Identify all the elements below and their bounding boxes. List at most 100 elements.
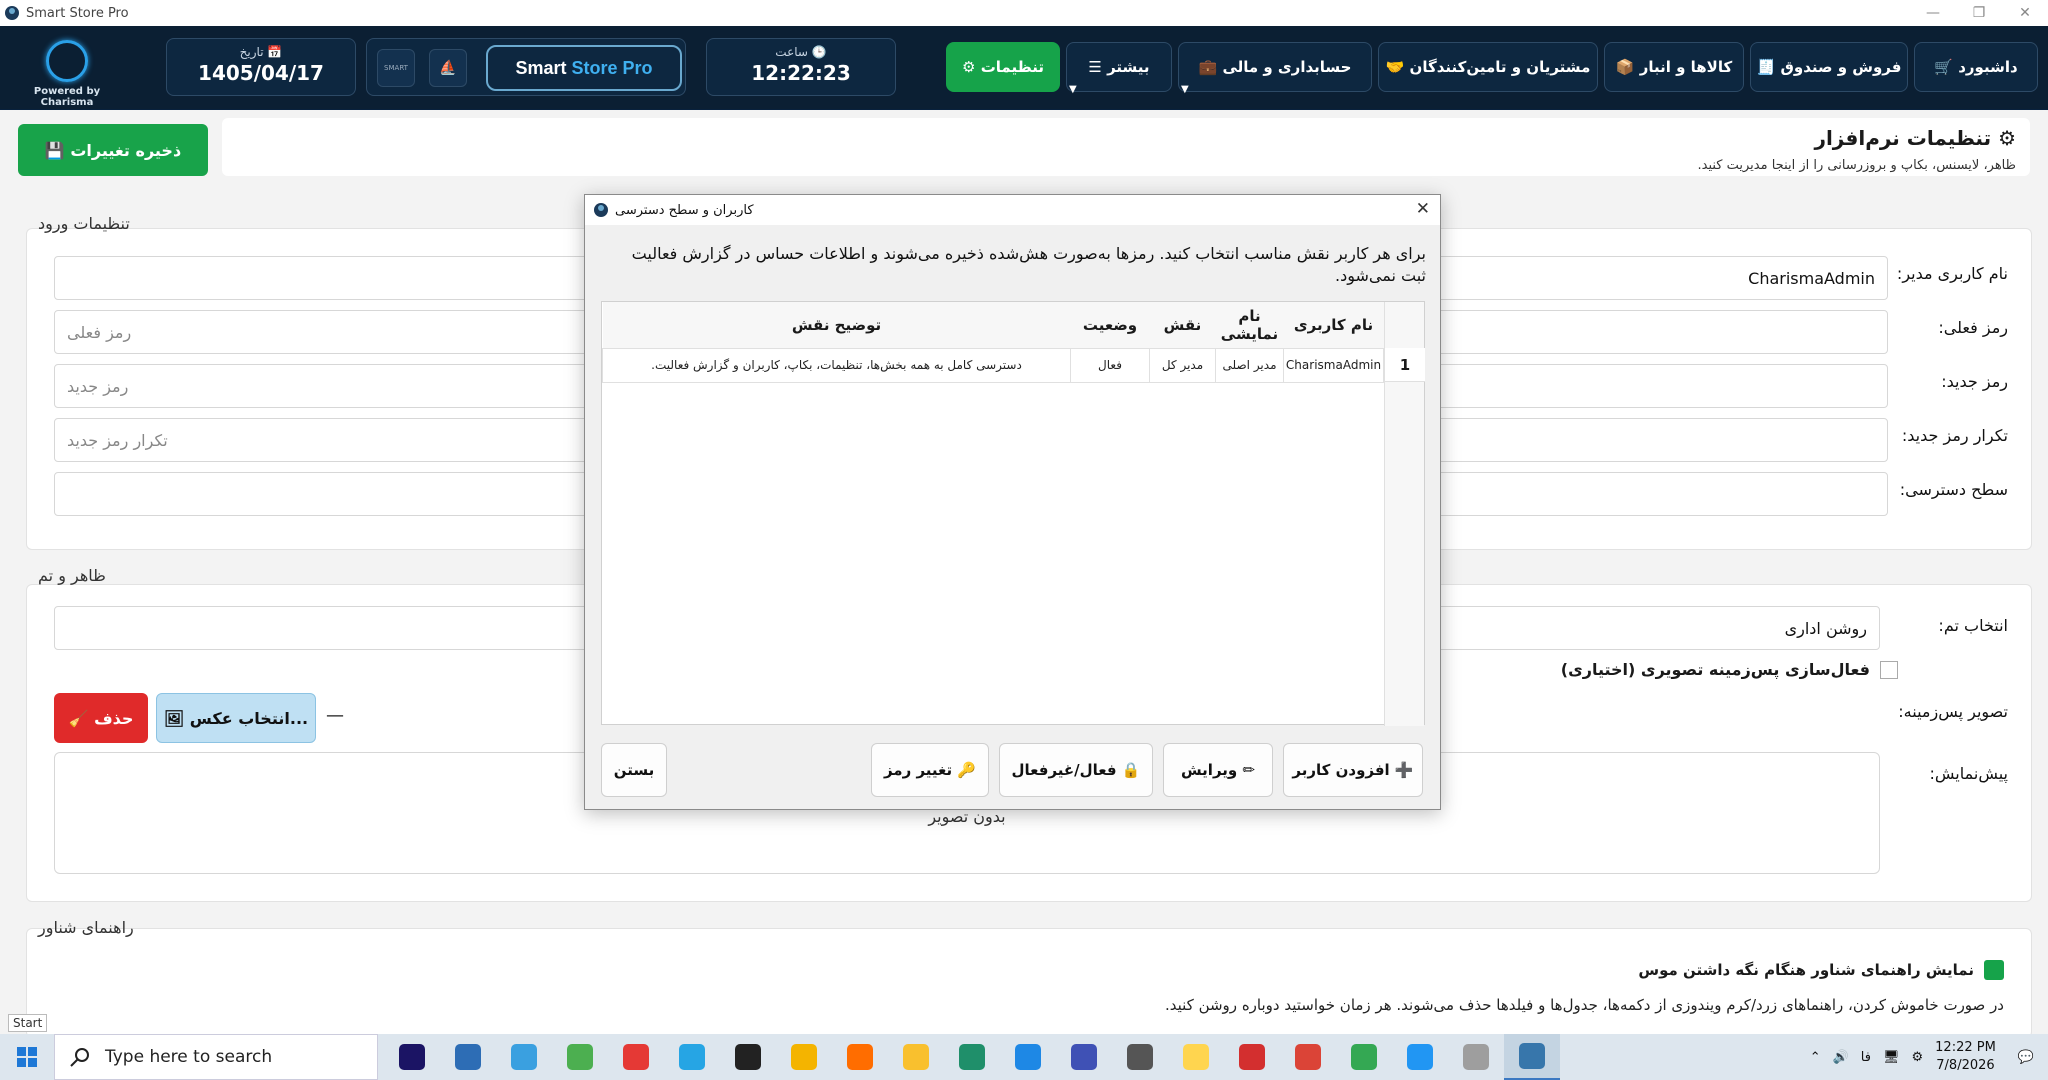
telegram-glyph-icon [679,1044,705,1070]
taskbar-search-input[interactable]: Type here to search [54,1034,378,1080]
col-role-description[interactable]: توضیح نقش [602,302,1071,349]
chrome-green-icon[interactable] [1336,1034,1392,1080]
date-label: تاریخ 📅 [239,45,283,59]
openai-icon[interactable] [1112,1034,1168,1080]
close-dialog-button[interactable]: بستن [601,743,667,797]
nav-products-button[interactable]: 📦 کالاها و انبار [1604,42,1744,92]
after-effects-icon[interactable] [384,1034,440,1080]
row-header-column: 1 [1384,302,1425,726]
volume-icon[interactable]: 🔊 [1833,1050,1849,1065]
nav-accounting-label: 💼 حسابداری و مالی [1198,58,1352,76]
files-icon[interactable] [1448,1034,1504,1080]
close-window-button[interactable]: ✕ [2002,0,2048,26]
brand-ring-icon [46,40,88,82]
login-section-title: تنظیمات ورود [38,214,130,233]
language-indicator[interactable]: فا [1861,1050,1871,1065]
page-subtitle: ظاهر، لایسنس، بکاپ و بروزرسانی را از این… [1697,158,2017,173]
search-placeholder: Type here to search [105,1047,273,1067]
folder-glyph-icon [903,1044,929,1070]
save-label: 💾 ذخیره تغییرات [44,140,182,160]
restore-button[interactable]: ❐ [1956,0,2002,26]
col-username[interactable]: نام کاربری [1283,302,1384,349]
current-pass-label: رمز فعلی: [1938,318,2008,337]
page-header: ⚙ تنظیمات نرم‌افزار ظاهر، لایسنس، بکاپ و… [222,118,2030,176]
edit-user-button[interactable]: ✏ ویرایش [1163,743,1273,797]
folder-icon[interactable] [888,1034,944,1080]
chevron-down-icon: ▼ [1181,84,1189,95]
charts-icon[interactable] [1056,1034,1112,1080]
cell-status: فعال [1070,347,1150,383]
minimize-button[interactable]: — [1910,0,1956,26]
chrome-red-icon[interactable] [1280,1034,1336,1080]
window-titlebar: Smart Store Pro — ❐ ✕ [0,0,2048,26]
python-icon[interactable] [1504,1034,1560,1080]
sticky-notes-icon[interactable] [1168,1034,1224,1080]
toggle-active-button[interactable]: 🔒 فعال/غیرفعال [999,743,1153,797]
vivaldi-icon[interactable] [1224,1034,1280,1080]
wordpress-icon[interactable] [720,1034,776,1080]
save-changes-button[interactable]: 💾 ذخیره تغییرات [18,124,208,176]
photos-blue-icon[interactable] [1392,1034,1448,1080]
add-user-label: ➕ افزودن کاربر [1292,761,1414,779]
windows-start-button[interactable] [0,1034,54,1080]
delete-image-button[interactable]: 🧹 حذف [54,693,148,743]
vscode-icon[interactable] [1000,1034,1056,1080]
access-level-label: سطح دسترسی: [1899,480,2008,499]
taskbar-time: 12:22 PM [1935,1040,1996,1055]
taskbar-clock[interactable]: 12:22 PM 7/8/2026 [1935,1039,1996,1075]
dialog-message: برای هر کاربر نقش مناسب انتخاب کنید. رمز… [631,244,1426,285]
row-number[interactable]: 1 [1385,348,1425,382]
cell-username: CharismaAdmin [1283,347,1384,383]
change-password-button[interactable]: 🔑 تغییر رمز [871,743,989,797]
network-icon[interactable]: 🖥 [1883,1050,1900,1065]
col-role[interactable]: نقش [1149,302,1216,349]
notifications-icon[interactable]: 💬 [2018,1050,2034,1065]
utorrent-icon[interactable] [552,1034,608,1080]
pick-image-label: 🖼 انتخاب عکس... [163,708,309,728]
window-title: Smart Store Pro [26,5,129,21]
nav-dashboard-label: 🛒 داشبورد [1934,58,2018,76]
add-user-button[interactable]: ➕ افزودن کاربر [1283,743,1423,797]
chevron-up-icon[interactable]: ⌃ [1810,1050,1821,1065]
nav-dashboard-button[interactable]: 🛒 داشبورد [1914,42,2038,92]
file-explorer-alt-icon[interactable] [440,1034,496,1080]
bg-image-toggle[interactable]: فعال‌سازی پس‌زمینه تصویری (اختیاری) [1561,660,1898,679]
table-row[interactable]: CharismaAdmin مدیر اصلی مدیر کل فعال دست… [602,347,1384,383]
hint-toggle[interactable]: نمایش راهنمای شناور هنگام نگه داشتن موس [1638,960,2004,980]
close-dialog-label: بستن [613,761,655,779]
files-glyph-icon [1463,1044,1489,1070]
photos-icon[interactable] [496,1034,552,1080]
nav-customers-button[interactable]: 🤝 مشتریان و تامین‌کنندگان [1378,42,1598,92]
dialog-title: کاربران و سطح دسترسی [615,202,754,218]
store-logo-icon: ⛵ [429,49,467,87]
bluetooth-icon[interactable]: ⚙ [1912,1050,1924,1065]
nav-accounting-button[interactable]: 💼 حسابداری و مالی ▼ [1178,42,1372,95]
podcast-icon[interactable] [608,1034,664,1080]
app-green-glyph-icon [959,1044,985,1070]
brand-main: Smart [515,57,567,78]
dialog-titlebar: کاربران و سطح دسترسی ✕ [585,195,1440,225]
openai-glyph-icon [1127,1044,1153,1070]
nav-settings-label: ⚙ تنظیمات [962,58,1044,76]
telegram-icon[interactable] [664,1034,720,1080]
nav-more-button[interactable]: ☰ بیشتر ▼ [1066,42,1172,95]
pinwheel-icon[interactable] [832,1034,888,1080]
photos-glyph-icon [511,1044,537,1070]
dialog-close-icon[interactable]: ✕ [1416,199,1430,219]
brand-pill: Smart Store Pro [486,45,682,91]
users-table: 1 نام کاربری نام نمایشی نقش وضعیت توضیح … [601,301,1425,726]
chrome-icon[interactable] [776,1034,832,1080]
nav-settings-button[interactable]: ⚙ تنظیمات [946,42,1060,92]
taskbar: Type here to search ⌃ 🔊 فا 🖥 ⚙ 12:22 PM … [0,1034,2048,1080]
hint-checkbox[interactable] [1984,960,2004,980]
top-navbar: Powered by Charisma تاریخ 📅 1405/04/17 S… [0,26,2048,110]
nav-sales-button[interactable]: 🧾 فروش و صندوق [1750,42,1908,92]
app-green-icon[interactable] [944,1034,1000,1080]
start-tooltip: Start [8,1014,48,1032]
pick-image-button[interactable]: 🖼 انتخاب عکس... [156,693,316,743]
col-status[interactable]: وضعیت [1070,302,1150,349]
admin-user-value: CharismaAdmin [1748,268,1875,288]
date-value: 1405/04/17 [198,61,324,85]
bg-image-checkbox[interactable] [1880,660,1898,679]
col-display-name[interactable]: نام نمایشی [1215,302,1284,349]
